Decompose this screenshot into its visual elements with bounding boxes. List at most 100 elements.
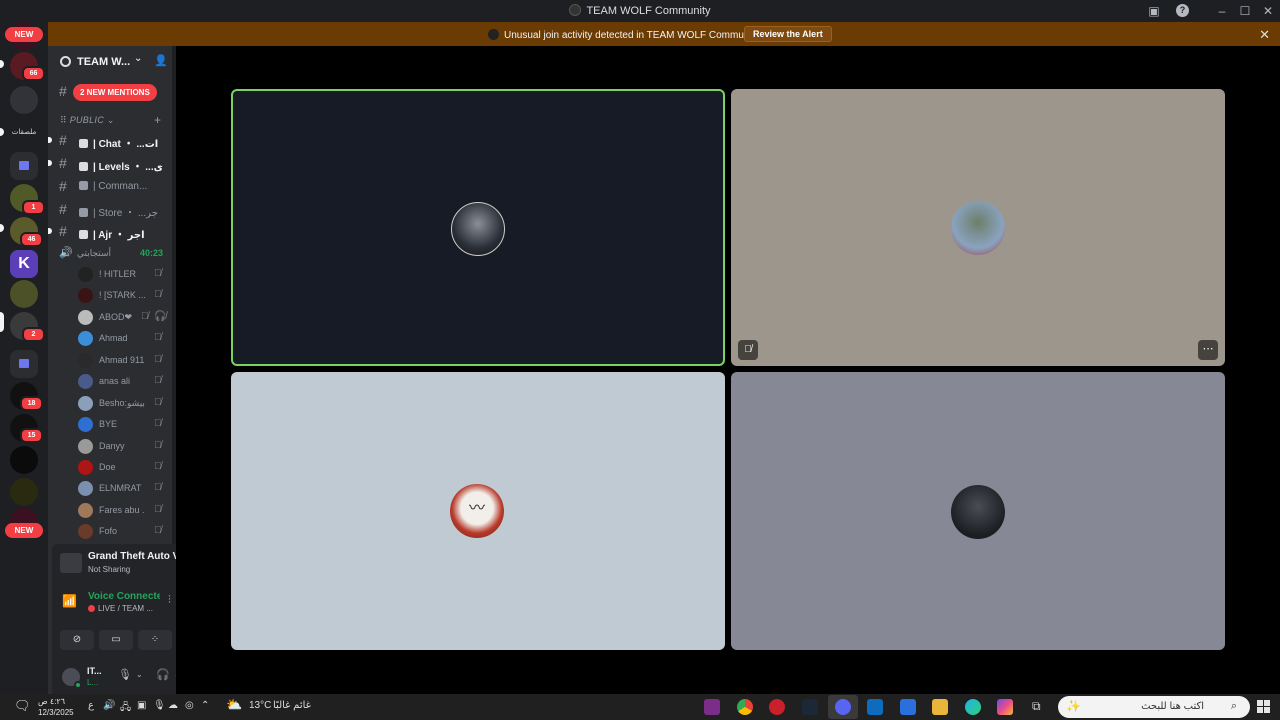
voice-channel[interactable]: 🔊 أستجابتي 40:23 [48, 243, 172, 263]
copilot-icon[interactable] [997, 699, 1013, 715]
weather-text[interactable]: غائم غالبًا [273, 700, 311, 711]
noise-suppression-icon[interactable]: ⫶ [168, 594, 171, 607]
channel-chat[interactable]: # | Chat ・ ...ات [48, 129, 172, 151]
screen-share-icon[interactable]: ▣ [1146, 3, 1162, 19]
minimize-button[interactable]: – [1214, 3, 1230, 19]
camera-off-button[interactable]: ⊘ [60, 630, 94, 650]
avatar [78, 524, 93, 539]
chevron-down-icon[interactable]: ⌄ [134, 53, 142, 64]
invite-user-icon[interactable]: 👤 [154, 54, 168, 67]
new-mentions-pill[interactable]: 2 NEW MENTIONS [73, 84, 157, 101]
voice-connected-label[interactable]: Voice Connected [88, 591, 160, 602]
voice-user[interactable]: anas ali 🎙̸ [48, 371, 172, 392]
weather-temp[interactable]: 13°C [249, 700, 271, 711]
voice-user[interactable]: Besho:بيشو 🎙̸ [48, 393, 172, 414]
voice-user[interactable]: Ahmad 911 🎙̸ [48, 350, 172, 371]
mute-icon: 🎙̸ [154, 482, 162, 493]
tray-icon[interactable]: ◎ [185, 700, 194, 711]
task-view-icon[interactable]: ⧉ [1032, 699, 1041, 714]
avatar [78, 396, 93, 411]
clock[interactable]: ٤:٢٦ ص 12/3/2025 [38, 696, 74, 718]
taskbar-search[interactable]: ✨ اكتب هنا للبحث ⌕ [1058, 696, 1250, 718]
avatar [78, 331, 93, 346]
mute-icon: 🎙̸ [154, 525, 162, 536]
server-icon-bennys[interactable] [10, 478, 38, 506]
server-folder-icon[interactable] [10, 152, 38, 180]
activities-button[interactable]: ⁘ [138, 630, 172, 650]
channel-store[interactable]: # | Store ・ ...جر [48, 198, 172, 220]
headphones-icon[interactable]: 🎧 [156, 668, 170, 681]
file-explorer-icon[interactable] [932, 699, 948, 715]
server-icon-black[interactable] [10, 446, 38, 474]
maximize-button[interactable]: ☐ [1237, 3, 1253, 19]
weather-icon[interactable]: ⛅ [226, 697, 242, 713]
chevron-down-icon[interactable]: ⌄ [136, 670, 143, 679]
mic-icon[interactable]: 🎙 [118, 668, 132, 681]
store-icon[interactable] [900, 699, 916, 715]
guild-header[interactable]: TEAM W... ⌄ 👤 [48, 46, 172, 78]
display-icon[interactable]: ▣ [137, 700, 146, 711]
network-icon[interactable]: 🖧 [120, 700, 131, 717]
avatar [78, 288, 93, 303]
steam-icon[interactable] [802, 699, 818, 715]
avatar [78, 503, 93, 518]
unread-pill [0, 60, 4, 68]
help-icon[interactable]: ? [1176, 4, 1189, 17]
voice-user[interactable]: ! [STARK ... 🎙̸ [48, 285, 172, 306]
new-badge-top: NEW [5, 27, 43, 42]
voice-user[interactable]: Danyy 🎙̸ [48, 436, 172, 457]
voice-user[interactable]: Doe 🎙̸ [48, 457, 172, 478]
channel-levels[interactable]: # | Levels ・ ...ى [48, 152, 172, 174]
screen-share-button[interactable]: ▭ [99, 630, 133, 650]
voice-user[interactable]: Fares abu ... 🎙̸ [48, 500, 172, 521]
channel-commands[interactable]: # | Comman... [48, 175, 172, 197]
server-folder-icon-2[interactable] [10, 350, 38, 378]
participant-tile-1[interactable] [231, 89, 725, 366]
voice-user[interactable]: ELNMRAT 🎙̸ [48, 478, 172, 499]
mosque-emoji-icon [79, 230, 88, 239]
mute-icon: 🎙̸ [154, 354, 162, 365]
channel-ajr[interactable]: # | Ajr ・ اجر [48, 220, 172, 242]
more-icon[interactable]: ⋯ [1198, 340, 1218, 360]
mute-icon: 🎙̸ [154, 268, 162, 279]
mention-count-66: 66 [22, 66, 45, 81]
voice-channel-link[interactable]: LIVE / TEAM ... [88, 604, 160, 613]
edge-icon[interactable] [965, 699, 981, 715]
server-icon-shrek2[interactable] [10, 280, 38, 308]
drag-handle-icon: ⠿ [60, 115, 70, 125]
channel-label: | Levels ・ ...ى [93, 162, 163, 173]
chevron-up-icon[interactable]: ⌃ [201, 700, 209, 711]
category-public[interactable]: ⠿ PUBLIC ⌄ [60, 115, 115, 126]
language-indicator[interactable]: ع [88, 700, 94, 711]
voice-user[interactable]: BYE 🎙̸ [48, 414, 172, 435]
app-icon-1[interactable] [704, 699, 720, 715]
deafen-icon: 🎧̸ [154, 311, 167, 322]
close-alert-icon[interactable]: ✕ [1259, 27, 1270, 43]
server-icon-blank[interactable] [10, 86, 38, 114]
signal-icon[interactable]: 📶 [62, 594, 77, 608]
close-window-button[interactable]: ✕ [1260, 3, 1276, 19]
channel-label: | Ajr ・ اجر [93, 230, 145, 241]
participant-tile-4[interactable] [731, 372, 1225, 650]
volume-icon[interactable]: 🔊 [103, 700, 115, 711]
notification-icon[interactable]: 🗨 [14, 698, 31, 714]
participant-tile-3[interactable]: 〰 [231, 372, 725, 650]
chrome-icon[interactable] [737, 699, 753, 715]
server-icon-k[interactable]: K [10, 250, 38, 278]
voice-user-name: ! [STARK ... [99, 290, 145, 300]
voice-user[interactable]: ABOD❤ 🎙̸ 🎧̸ [48, 307, 172, 328]
voice-elapsed-time: 40:23 [140, 248, 164, 258]
windows-start-button[interactable] [1257, 700, 1270, 713]
discord-icon[interactable] [835, 699, 851, 715]
voice-user[interactable]: ! HITLER 🎙̸ [48, 264, 172, 285]
voice-user[interactable]: Fofo 🎙̸ [48, 521, 172, 542]
onedrive-icon[interactable]: ☁ [168, 700, 178, 711]
participant-tile-2[interactable]: 🎙̸ ⋯ [731, 89, 1225, 366]
rockstar-icon[interactable] [769, 699, 785, 715]
add-channel-icon[interactable]: + [154, 113, 161, 127]
review-alert-button[interactable]: Review the Alert [744, 26, 832, 42]
voice-user[interactable]: Ahmad 🎙̸ [48, 328, 172, 349]
mic-icon[interactable]: 🎙 [153, 700, 166, 711]
voice-user-name: Doe [99, 462, 116, 472]
mail-icon[interactable] [867, 699, 883, 715]
